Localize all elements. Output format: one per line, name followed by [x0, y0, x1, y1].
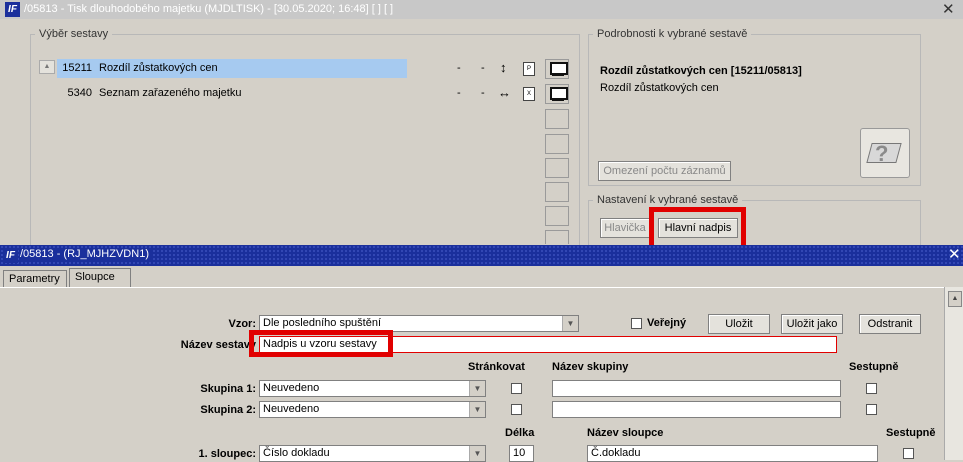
report-name: Rozdíl zůstatkových cen: [99, 62, 218, 74]
group1-pagination-checkbox[interactable]: [511, 383, 522, 394]
save-button[interactable]: Uložit: [708, 314, 770, 334]
scroll-up-icon[interactable]: ▲: [948, 291, 962, 307]
column1-name-input[interactable]: Č.dokladu: [587, 445, 878, 462]
pagination-header: Stránkovat: [468, 361, 525, 373]
window-title: /05813 - Tisk dlouhodobého majetku (MJDL…: [24, 3, 394, 15]
column1-name-value: Č.dokladu: [591, 447, 641, 459]
empty-button[interactable]: [545, 206, 569, 226]
report-code: 15211: [62, 62, 92, 74]
details-title: Podrobnosti k vybrané sestavě: [597, 28, 748, 40]
help-printer-icon[interactable]: ?: [860, 128, 910, 178]
remove-button[interactable]: Odstranit: [859, 314, 921, 334]
sort-vertical-icon[interactable]: ↕: [500, 60, 507, 75]
empty-button[interactable]: [545, 230, 569, 244]
group2-label: Skupina 2:: [200, 404, 256, 416]
tab-sloupce[interactable]: Sloupce: [69, 268, 131, 288]
vertical-scrollbar[interactable]: ▲: [944, 287, 963, 460]
pdf-file-icon[interactable]: P: [523, 62, 535, 76]
chevron-down-icon[interactable]: ▼: [469, 402, 485, 417]
list-scroll-up-icon[interactable]: ▲: [39, 60, 55, 74]
column1-length-input[interactable]: 10: [509, 445, 534, 462]
preview-button[interactable]: [545, 59, 569, 79]
template-label: Vzor:: [228, 318, 257, 330]
group1-descending-checkbox[interactable]: [866, 383, 877, 394]
report-select-title: Výběr sestavy: [39, 28, 109, 40]
report-d2: -: [481, 87, 485, 99]
column1-length-value: 10: [513, 447, 526, 459]
descending-header: Sestupně: [849, 361, 899, 373]
chevron-down-icon[interactable]: ▼: [562, 316, 578, 331]
columns-panel: Vzor: Dle posledního spuštění ▼ Veřejný …: [0, 287, 944, 462]
tab-parametry[interactable]: Parametry: [3, 270, 67, 288]
save-as-button[interactable]: Uložit jako: [781, 314, 843, 334]
public-checkbox[interactable]: [631, 318, 642, 329]
close-icon[interactable]: ✕: [942, 2, 955, 17]
sort-horizontal-icon[interactable]: ↔: [498, 85, 511, 100]
report-name-label: Název sestavy: [180, 339, 256, 351]
highlight-main-title: [649, 207, 746, 250]
column-name-header: Název sloupce: [587, 427, 664, 439]
close-icon[interactable]: ✕: [948, 247, 961, 262]
column1-descending-checkbox[interactable]: [903, 448, 914, 459]
empty-button[interactable]: [545, 134, 569, 154]
group1-label: Skupina 1:: [200, 383, 256, 395]
dialog-titlebar: IF /05813 - (RJ_MJHZVDN1) ✕: [0, 245, 963, 266]
group-name-header: Název skupiny: [552, 361, 629, 373]
header-button[interactable]: Hlavička: [600, 218, 650, 238]
group1-value: Neuvedeno: [263, 382, 320, 394]
group2-descending-checkbox[interactable]: [866, 404, 877, 415]
public-label: Veřejný: [647, 317, 687, 329]
chevron-down-icon[interactable]: ▼: [469, 381, 485, 396]
report-window: Výběr sestavy ▲ 15211 Rozdíl zůstatkovýc…: [0, 19, 963, 255]
column1-label: 1. sloupec:: [198, 448, 256, 460]
group2-pagination-checkbox[interactable]: [511, 404, 522, 415]
app-logo-icon: IF: [3, 248, 18, 263]
group1-name-input[interactable]: [552, 380, 841, 397]
group1-select[interactable]: Neuvedeno ▼: [259, 380, 486, 397]
app-logo-icon: IF: [5, 2, 20, 17]
report-name[interactable]: Seznam zařazeného majetku: [99, 87, 241, 99]
details-report-name: Rozdíl zůstatkových cen [15211/05813]: [600, 65, 802, 77]
report-code: 5340: [67, 87, 92, 99]
template-value: Dle posledního spuštění: [263, 317, 382, 329]
empty-button[interactable]: [545, 182, 569, 202]
window-titlebar: IF /05813 - Tisk dlouhodobého majetku (M…: [0, 0, 963, 19]
report-d2: -: [481, 62, 485, 74]
group2-name-input[interactable]: [552, 401, 841, 418]
group2-select[interactable]: Neuvedeno ▼: [259, 401, 486, 418]
chevron-down-icon[interactable]: ▼: [469, 446, 485, 461]
details-report-desc: Rozdíl zůstatkových cen: [600, 82, 719, 94]
dialog-title: /05813 - (RJ_MJHZVDN1): [20, 248, 153, 260]
column1-select[interactable]: Číslo dokladu ▼: [259, 445, 486, 462]
report-d1: -: [457, 87, 461, 99]
descending-header-2: Sestupně: [886, 427, 936, 439]
length-header: Délka: [505, 427, 535, 439]
empty-button[interactable]: [545, 109, 569, 129]
excel-file-icon[interactable]: X: [523, 87, 535, 101]
limit-records-button[interactable]: Omezení počtu záznamů: [598, 161, 731, 181]
preview-button[interactable]: [545, 84, 569, 104]
column1-value: Číslo dokladu: [263, 447, 330, 459]
highlight-report-name: [249, 330, 393, 357]
group2-value: Neuvedeno: [263, 403, 320, 415]
empty-button[interactable]: [545, 158, 569, 178]
report-d1: -: [457, 62, 461, 74]
settings-title: Nastavení k vybrané sestavě: [597, 194, 739, 206]
